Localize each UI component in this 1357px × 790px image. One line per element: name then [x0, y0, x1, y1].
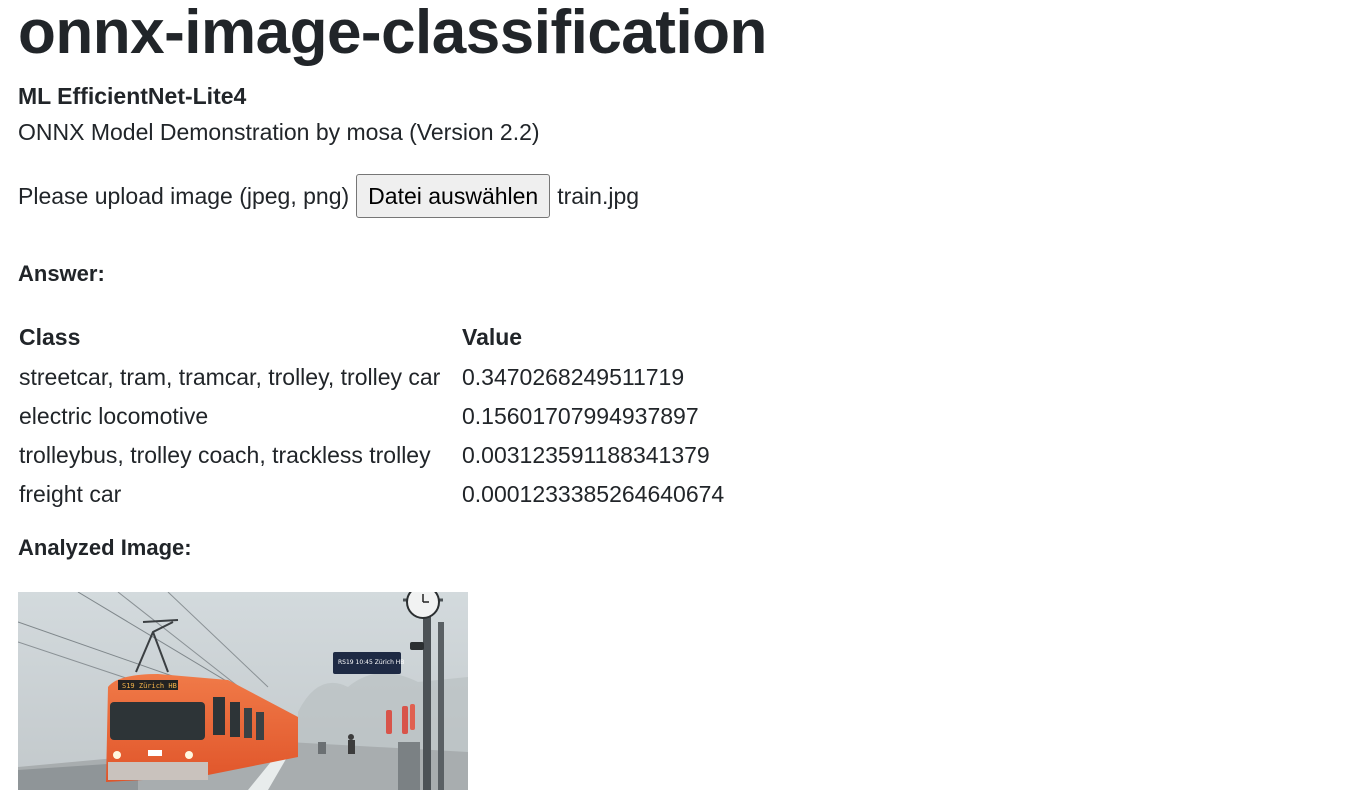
results-table: Class Value streetcar, tram, tramcar, tr… [19, 324, 724, 514]
departure-sign-text: RS19 10:45 Zürich HB [338, 659, 404, 666]
value-cell: 0.15601707994937897 [462, 403, 699, 429]
upload-row: Please upload image (jpeg, png) Datei au… [18, 174, 1357, 218]
table-row: streetcar, tram, tramcar, trolley, troll… [19, 358, 724, 397]
table-row: trolleybus, trolley coach, trackless tro… [19, 436, 724, 475]
value-cell: 0.003123591188341379 [462, 442, 710, 468]
class-cell: freight car [19, 481, 122, 507]
table-row: freight car 0.0001233385264640674 [19, 475, 724, 514]
value-cell: 0.3470268249511719 [462, 364, 685, 390]
class-cell: streetcar, tram, tramcar, trolley, troll… [19, 364, 441, 390]
selected-file-name: train.jpg [557, 182, 640, 209]
class-cell: trolleybus, trolley coach, trackless tro… [19, 442, 431, 468]
column-header-value: Value [462, 324, 523, 350]
answer-heading: Answer: [18, 261, 105, 286]
choose-file-button[interactable]: Datei auswählen [356, 174, 551, 218]
train-destination-text: S19 Zürich HB [122, 682, 177, 690]
class-cell: electric locomotive [19, 403, 209, 429]
page-title: onnx-image-classification [18, 0, 767, 67]
analyzed-image: S19 Zürich HB RS19 10:45 Zürich HB [18, 592, 468, 790]
column-header-class: Class [19, 324, 81, 350]
analyzed-image-heading: Analyzed Image: [18, 535, 192, 560]
value-cell: 0.0001233385264640674 [462, 481, 725, 507]
model-description: ONNX Model Demonstration by mosa (Versio… [18, 119, 540, 145]
table-row: electric locomotive 0.15601707994937897 [19, 397, 724, 436]
model-name: ML EfficientNet-Lite4 [18, 83, 247, 109]
table-header-row: Class Value [19, 324, 724, 358]
upload-label: Please upload image (jpeg, png) [18, 182, 350, 209]
